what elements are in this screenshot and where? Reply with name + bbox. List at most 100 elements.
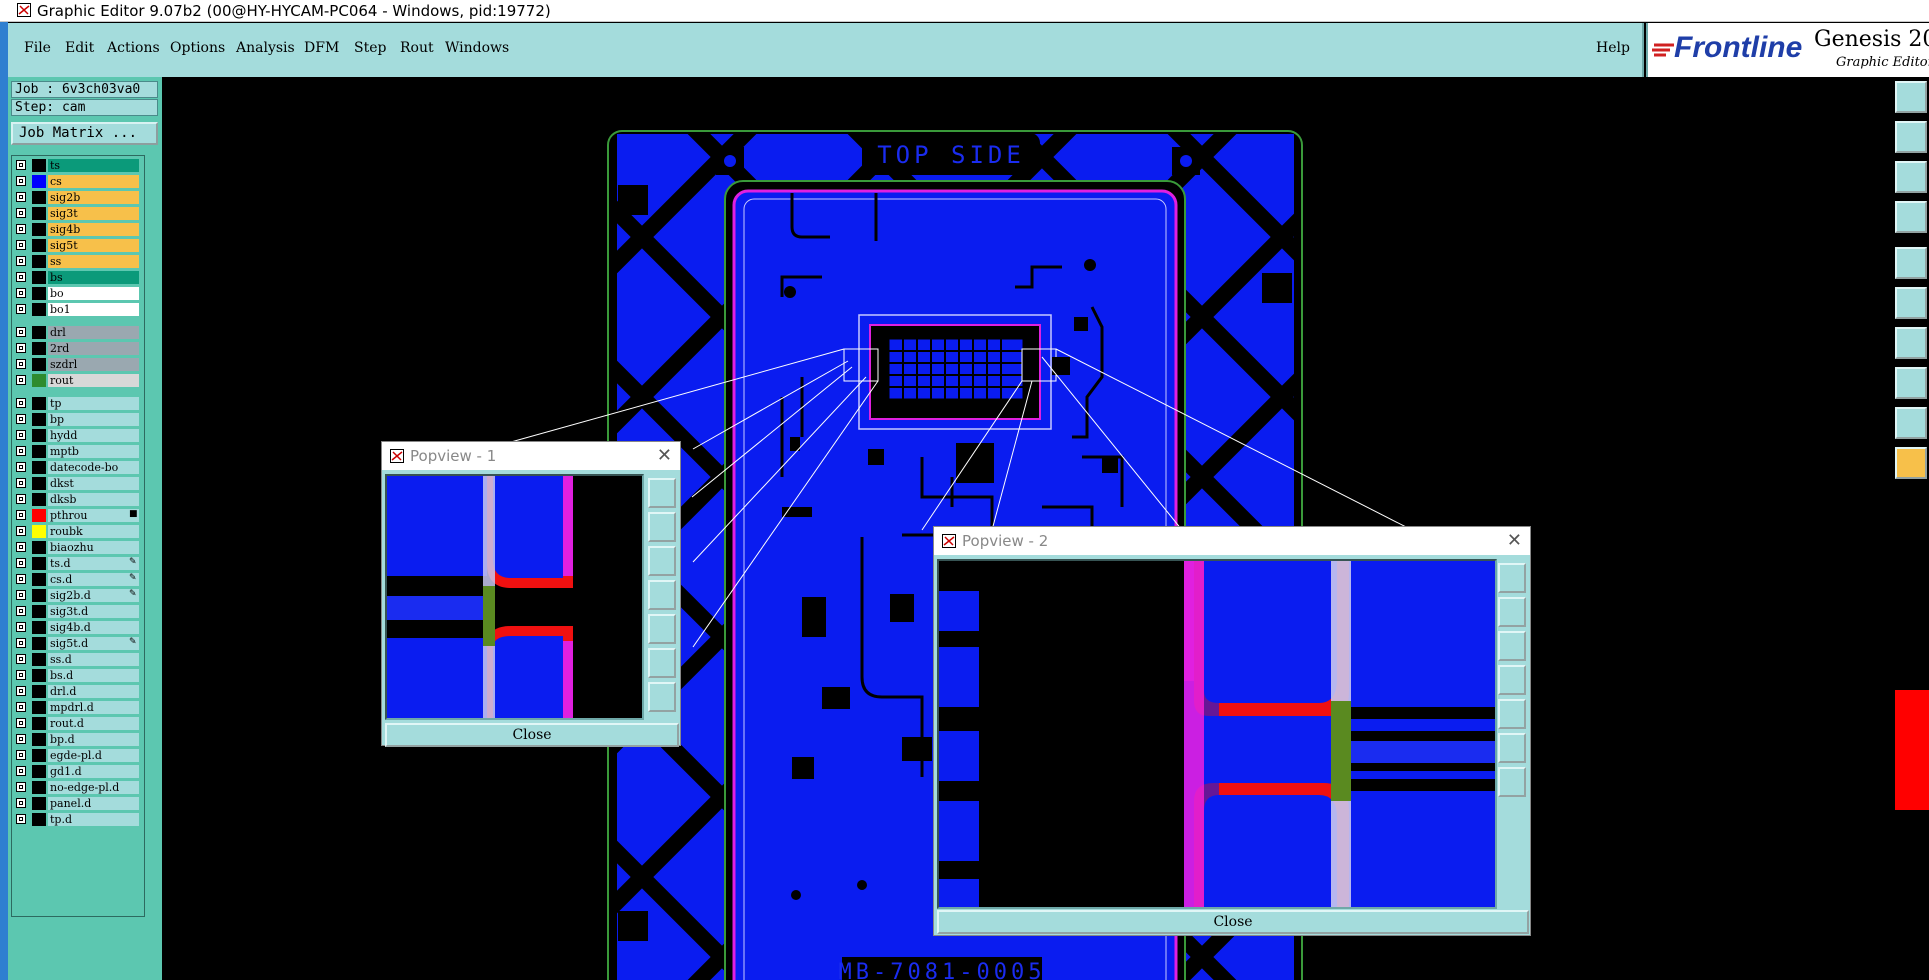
pan-right-button[interactable] bbox=[648, 614, 676, 644]
layer-color-swatch[interactable] bbox=[32, 493, 46, 506]
layer-color-swatch[interactable] bbox=[32, 374, 46, 387]
layer-color-swatch[interactable] bbox=[32, 765, 46, 778]
layer-row[interactable]: mpdrl.d bbox=[12, 700, 144, 715]
layer-checkbox[interactable] bbox=[16, 208, 26, 218]
layer-row[interactable]: datecode-bo bbox=[12, 460, 144, 475]
layer-row[interactable]: sig2b bbox=[12, 190, 144, 205]
layer-row[interactable]: cs bbox=[12, 174, 144, 189]
layer-checkbox[interactable] bbox=[16, 654, 26, 664]
layer-name[interactable]: gd1.d bbox=[48, 765, 139, 778]
layer-checkbox[interactable] bbox=[16, 494, 26, 504]
measure-icon[interactable] bbox=[1895, 201, 1927, 233]
layer-row[interactable]: sig5t.d ✎ bbox=[12, 636, 144, 651]
layer-checkbox[interactable] bbox=[16, 750, 26, 760]
layer-color-swatch[interactable] bbox=[32, 342, 46, 355]
layer-name[interactable]: biaozhu bbox=[48, 541, 139, 554]
layer-checkbox[interactable] bbox=[16, 224, 26, 234]
layer-name[interactable]: ss bbox=[48, 255, 139, 268]
layer-checkbox[interactable] bbox=[16, 359, 26, 369]
layer-checkbox[interactable] bbox=[16, 622, 26, 632]
zoom-home-button[interactable] bbox=[1498, 563, 1526, 593]
layer-name[interactable]: rout bbox=[48, 374, 139, 387]
layer-name[interactable]: cs bbox=[48, 175, 139, 188]
layer-color-swatch[interactable] bbox=[32, 717, 46, 730]
pan-left-button[interactable] bbox=[648, 580, 676, 610]
menu-dfm[interactable]: DFM bbox=[304, 40, 339, 56]
pan-down-button[interactable] bbox=[1498, 631, 1526, 661]
layer-checkbox[interactable] bbox=[16, 718, 26, 728]
layer-color-swatch[interactable] bbox=[32, 557, 46, 570]
layer-checkbox[interactable] bbox=[16, 686, 26, 696]
layer-row[interactable]: dksb bbox=[12, 492, 144, 507]
layer-row[interactable]: dkst bbox=[12, 476, 144, 491]
layer-row[interactable]: bo bbox=[12, 286, 144, 301]
menu-step[interactable]: Step bbox=[354, 40, 386, 56]
layer-color-swatch[interactable] bbox=[32, 733, 46, 746]
layer-checkbox[interactable] bbox=[16, 304, 26, 314]
layer-checkbox[interactable] bbox=[16, 375, 26, 385]
layer-row[interactable]: tp.d bbox=[12, 812, 144, 827]
layer-color-swatch[interactable] bbox=[32, 287, 46, 300]
layer-name[interactable]: sig3t bbox=[48, 207, 139, 220]
layer-row[interactable]: cs.d ✎ bbox=[12, 572, 144, 587]
layer-checkbox[interactable] bbox=[16, 288, 26, 298]
layer-color-swatch[interactable] bbox=[32, 573, 46, 586]
pointer-icon[interactable] bbox=[1895, 447, 1927, 479]
layer-color-swatch[interactable] bbox=[32, 159, 46, 172]
layer-color-swatch[interactable] bbox=[32, 605, 46, 618]
layer-checkbox[interactable] bbox=[16, 702, 26, 712]
menu-options[interactable]: Options bbox=[170, 40, 225, 56]
layer-color-swatch[interactable] bbox=[32, 223, 46, 236]
popview-1-close-button[interactable]: Close bbox=[385, 723, 679, 747]
layer-color-swatch[interactable] bbox=[32, 669, 46, 682]
layer-row[interactable]: rout bbox=[12, 373, 144, 388]
layer-checkbox[interactable] bbox=[16, 590, 26, 600]
layer-color-swatch[interactable] bbox=[32, 653, 46, 666]
layer-color-swatch[interactable] bbox=[32, 191, 46, 204]
layer-checkbox[interactable] bbox=[16, 766, 26, 776]
drc-icon[interactable] bbox=[1895, 407, 1927, 439]
zoom-home-button[interactable] bbox=[648, 478, 676, 508]
layer-row[interactable]: panel.d bbox=[12, 796, 144, 811]
pan-left-button[interactable] bbox=[1498, 665, 1526, 695]
layer-row[interactable]: sig3t.d bbox=[12, 604, 144, 619]
layer-color-swatch[interactable] bbox=[32, 239, 46, 252]
layer-name[interactable]: ts bbox=[48, 159, 139, 172]
layer-color-swatch[interactable] bbox=[32, 781, 46, 794]
layer-color-swatch[interactable] bbox=[32, 326, 46, 339]
layer-row[interactable]: bs.d bbox=[12, 668, 144, 683]
layer-name[interactable]: dksb bbox=[48, 493, 139, 506]
layer-checkbox[interactable] bbox=[16, 798, 26, 808]
layer-row[interactable]: roubk bbox=[12, 524, 144, 539]
layer-name[interactable]: sig5t bbox=[48, 239, 139, 252]
layer-name[interactable]: bo1 bbox=[48, 303, 139, 316]
layer-name[interactable]: panel.d bbox=[48, 797, 139, 810]
popview-2-canvas[interactable] bbox=[937, 559, 1497, 909]
popview-1-canvas[interactable] bbox=[385, 474, 644, 720]
layer-name[interactable]: szdrl bbox=[48, 358, 139, 371]
layer-row[interactable]: ss bbox=[12, 254, 144, 269]
layer-name[interactable]: datecode-bo bbox=[48, 461, 139, 474]
layer-color-swatch[interactable] bbox=[32, 445, 46, 458]
layer-name[interactable]: tp bbox=[48, 397, 139, 410]
layer-color-swatch[interactable] bbox=[32, 271, 46, 284]
layer-name[interactable]: rout.d bbox=[48, 717, 139, 730]
menu-file[interactable]: File bbox=[24, 40, 51, 56]
layer-color-swatch[interactable] bbox=[32, 255, 46, 268]
layer-name[interactable]: mptb bbox=[48, 445, 139, 458]
layer-name[interactable]: bp bbox=[48, 413, 139, 426]
close-icon[interactable]: ✕ bbox=[1507, 530, 1522, 551]
pan-down-button[interactable] bbox=[648, 546, 676, 576]
menu-help[interactable]: Help bbox=[1596, 40, 1630, 56]
layer-color-swatch[interactable] bbox=[32, 589, 46, 602]
layer-row[interactable]: bp bbox=[12, 412, 144, 427]
layer-color-swatch[interactable] bbox=[32, 509, 46, 522]
layer-color-swatch[interactable] bbox=[32, 797, 46, 810]
layer-row[interactable]: sig5t bbox=[12, 238, 144, 253]
layer-color-swatch[interactable] bbox=[32, 541, 46, 554]
layer-checkbox[interactable] bbox=[16, 430, 26, 440]
window-icon[interactable] bbox=[1895, 81, 1927, 113]
select-icon[interactable] bbox=[1895, 287, 1927, 319]
layer-checkbox[interactable] bbox=[16, 510, 26, 520]
layer-row[interactable]: drl bbox=[12, 325, 144, 340]
